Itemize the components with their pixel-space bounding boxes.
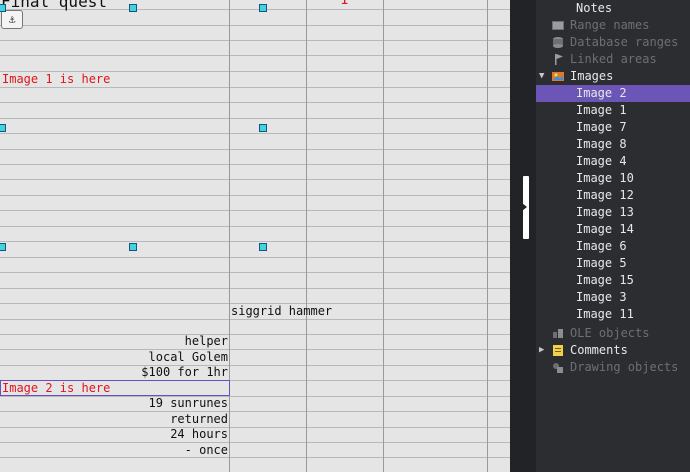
nav-image-item-label: Image 14 — [576, 222, 634, 236]
image-resize-handle[interactable] — [129, 4, 137, 12]
nav-image-item-label: Image 7 — [576, 120, 627, 134]
flag-icon — [555, 54, 563, 65]
nav-image-item-label: Image 8 — [576, 137, 627, 151]
grid-row-line — [0, 257, 510, 258]
nav-image-item[interactable]: Image 2 — [536, 85, 690, 102]
grid-row-line — [0, 102, 510, 103]
image-resize-handle[interactable] — [259, 243, 267, 251]
price-cell[interactable]: $100 for 1hr — [0, 365, 228, 380]
d1-value-cell[interactable]: 1 — [340, 0, 348, 8]
spreadsheet-grid[interactable]: Final quest 1 ⚓ Image 1 is here siggrid … — [0, 0, 510, 472]
nav-image-item[interactable]: Image 5 — [536, 255, 690, 272]
nav-ole-objects[interactable]: OLE objects — [536, 325, 690, 342]
nav-image-item[interactable]: Image 7 — [536, 119, 690, 136]
nav-image-item[interactable]: Image 4 — [536, 153, 690, 170]
nav-comments[interactable]: ▶ Comments — [536, 342, 690, 359]
nav-image-item-label: Image 1 — [576, 103, 627, 117]
grid-row-line — [0, 133, 510, 134]
sunrunes-cell[interactable]: 19 sunrunes — [0, 396, 228, 411]
nav-image-item[interactable]: Image 8 — [536, 136, 690, 153]
helper-cell[interactable]: helper — [0, 334, 228, 349]
nav-ole-objects-label: OLE objects — [570, 326, 650, 340]
image-resize-handle[interactable] — [0, 243, 6, 251]
hours-cell[interactable]: 24 hours — [0, 427, 228, 442]
nav-image-item[interactable]: Image 13 — [536, 204, 690, 221]
drawing-objects-icon — [553, 363, 563, 373]
images-icon — [552, 72, 564, 81]
grid-row-line — [0, 210, 510, 211]
nav-database-ranges-label: Database ranges — [570, 35, 679, 49]
once-cell[interactable]: - once — [0, 443, 228, 458]
nav-comments-label: Comments — [570, 343, 628, 357]
grid-row-line — [0, 179, 510, 180]
grid-row-line — [0, 40, 510, 41]
image-resize-handle[interactable] — [129, 243, 137, 251]
nav-image-item-label: Image 3 — [576, 290, 627, 304]
nav-image-item[interactable]: Image 3 — [536, 289, 690, 306]
nav-linked-areas[interactable]: Linked areas — [536, 51, 690, 68]
returned-cell[interactable]: returned — [0, 412, 228, 427]
grid-row-line — [0, 87, 510, 88]
nav-notes[interactable]: Notes — [536, 0, 690, 17]
navigator-panel: Notes Range names Database ranges Linked… — [536, 0, 690, 472]
nav-image-item[interactable]: Image 15 — [536, 272, 690, 289]
nav-image-item-label: Image 11 — [576, 307, 634, 321]
comments-icon — [553, 345, 563, 356]
nav-image-item[interactable]: Image 6 — [536, 238, 690, 255]
image-resize-handle[interactable] — [259, 124, 267, 132]
local-golem-cell[interactable]: local Golem — [0, 350, 228, 365]
nav-notes-label: Notes — [576, 1, 613, 15]
nav-image-item[interactable]: Image 11 — [536, 306, 690, 323]
collapse-arrow-icon[interactable] — [522, 203, 527, 211]
grid-row-line — [0, 55, 510, 56]
nav-images[interactable]: ▼ Images — [536, 68, 690, 85]
grid-row-line — [0, 241, 510, 242]
grid-row-line — [0, 288, 510, 289]
grid-row-line — [0, 25, 510, 26]
anchor-icon[interactable]: ⚓ — [1, 10, 23, 29]
nav-image-item-label: Image 13 — [576, 205, 634, 219]
expanded-chevron-icon[interactable]: ▼ — [539, 72, 544, 81]
nav-image-item[interactable]: Image 14 — [536, 221, 690, 238]
nav-image-item-label: Image 15 — [576, 273, 634, 287]
collapsed-chevron-icon[interactable]: ▶ — [539, 346, 544, 355]
nav-image-item-label: Image 6 — [576, 239, 627, 253]
nav-image-item[interactable]: Image 10 — [536, 170, 690, 187]
nav-image-item-label: Image 12 — [576, 188, 634, 202]
image-resize-handle[interactable] — [0, 4, 6, 12]
nav-image-item-label: Image 2 — [576, 86, 627, 100]
siggrid-hammer-cell[interactable]: siggrid hammer — [231, 304, 332, 319]
nav-image-item[interactable]: Image 12 — [536, 187, 690, 204]
grid-row-line — [0, 149, 510, 150]
grid-row-line — [0, 164, 510, 165]
range-names-icon — [552, 21, 564, 30]
nav-linked-areas-label: Linked areas — [570, 52, 657, 66]
grid-row-line — [0, 118, 510, 119]
database-icon — [553, 37, 563, 48]
nav-range-names[interactable]: Range names — [536, 17, 690, 34]
ole-objects-icon — [553, 329, 563, 338]
nav-image-item-label: Image 5 — [576, 256, 627, 270]
nav-range-names-label: Range names — [570, 18, 650, 32]
cell-selection-border — [0, 380, 230, 396]
grid-row-line — [0, 195, 510, 196]
nav-database-ranges[interactable]: Database ranges — [536, 34, 690, 51]
nav-image-item[interactable]: Image 1 — [536, 102, 690, 119]
grid-row-line — [0, 319, 510, 320]
nav-image-item-label: Image 10 — [576, 171, 634, 185]
nav-image-item-label: Image 4 — [576, 154, 627, 168]
image-resize-handle[interactable] — [0, 124, 6, 132]
nav-images-label: Images — [570, 69, 614, 83]
image-resize-handle[interactable] — [259, 4, 267, 12]
nav-drawing-objects-label: Drawing objects — [570, 360, 679, 374]
nav-drawing-objects[interactable]: Drawing objects — [536, 359, 690, 376]
grid-row-line — [0, 226, 510, 227]
grid-row-line — [0, 272, 510, 273]
image-1-marker[interactable]: Image 1 is here — [2, 72, 110, 87]
